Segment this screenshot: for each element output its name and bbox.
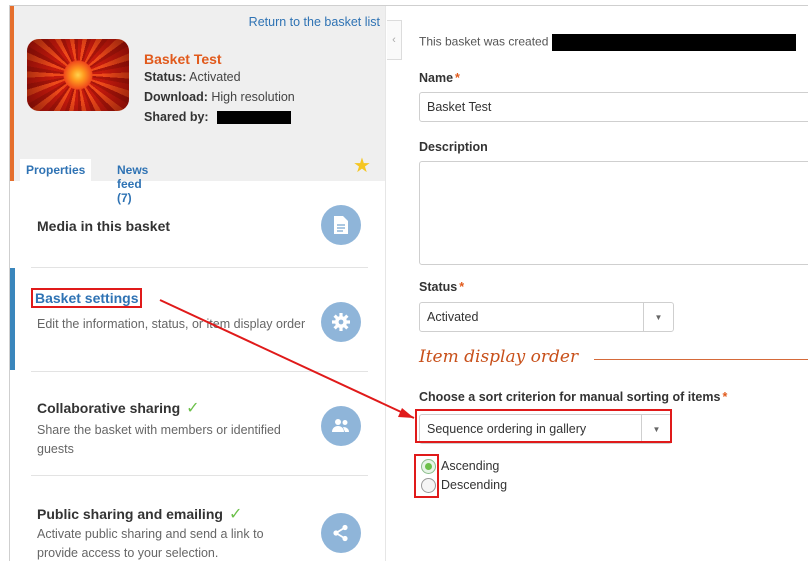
- status-label: Status *: [419, 280, 464, 294]
- required-marker: *: [722, 390, 728, 404]
- right-panel: This basket was created Name * Basket Tes…: [410, 6, 808, 561]
- tab-news-feed[interactable]: News feed (7): [111, 159, 154, 205]
- basket-shared-line: Shared by:: [144, 110, 292, 125]
- checkmark-icon: ✓: [186, 400, 200, 417]
- share-icon[interactable]: [321, 513, 361, 553]
- section-title-line: Public sharing and emailing ✓: [37, 504, 242, 524]
- name-field[interactable]: Basket Test: [419, 92, 808, 122]
- redacted-shared-by: [217, 111, 292, 125]
- section-title-wrap: Basket settings: [31, 288, 143, 308]
- section-media[interactable]: Media in this basket: [10, 181, 385, 268]
- heading-rule: [594, 359, 808, 360]
- status-selected-value: Activated: [427, 310, 479, 324]
- description-textarea[interactable]: [419, 161, 808, 265]
- download-label: Download:: [144, 90, 208, 104]
- document-icon[interactable]: [321, 205, 361, 245]
- section-title-line: Collaborative sharing ✓: [37, 398, 200, 418]
- status-value: Activated: [189, 70, 241, 84]
- description-label: Description: [419, 140, 488, 154]
- basket-settings-title[interactable]: Basket settings: [31, 288, 143, 308]
- item-display-order-heading: Item display order: [419, 347, 579, 367]
- name-label: Name *: [419, 71, 460, 85]
- section-title: Media in this basket: [37, 218, 171, 234]
- annotation-highlight-box: [415, 409, 672, 443]
- basket-title: Basket Test: [144, 51, 222, 67]
- section-title: Collaborative sharing: [37, 400, 181, 416]
- created-text: This basket was created: [419, 34, 549, 49]
- section-title: Public sharing and emailing: [37, 506, 223, 522]
- app-window: Return to the basket list Basket Test St…: [9, 5, 808, 561]
- status-label-text: Status: [419, 280, 458, 294]
- return-to-basket-list-link[interactable]: Return to the basket list: [249, 15, 380, 29]
- section-collaborative-sharing[interactable]: Collaborative sharing ✓ Share the basket …: [10, 372, 385, 476]
- ascending-label[interactable]: Ascending: [441, 459, 499, 473]
- redacted-created-info: [552, 34, 797, 51]
- left-panel: Return to the basket list Basket Test St…: [10, 6, 385, 561]
- name-label-text: Name: [419, 71, 454, 85]
- gear-icon[interactable]: [321, 302, 361, 342]
- required-marker: *: [455, 71, 460, 85]
- status-label: Status:: [144, 70, 187, 84]
- chevron-down-icon[interactable]: ▼: [643, 303, 673, 331]
- descending-label[interactable]: Descending: [441, 478, 507, 492]
- sort-label-text: Choose a sort criterion for manual sorti…: [419, 390, 721, 404]
- section-description: Edit the information, status, or item di…: [37, 317, 306, 331]
- name-value: Basket Test: [427, 100, 492, 114]
- created-info: This basket was created: [419, 34, 797, 51]
- basket-status-line: Status: Activated: [144, 70, 241, 84]
- shared-by-label: Shared by:: [144, 110, 209, 124]
- section-description: Activate public sharing and send a link …: [37, 527, 264, 560]
- annotation-highlight-box: [414, 454, 439, 498]
- status-select[interactable]: Activated ▼: [419, 302, 674, 332]
- basket-thumbnail: [27, 39, 129, 111]
- collapse-panel-chevron-left-icon[interactable]: ‹: [387, 20, 402, 60]
- section-public-sharing[interactable]: Public sharing and emailing ✓ Activate pu…: [10, 476, 385, 561]
- sort-criterion-label: Choose a sort criterion for manual sorti…: [419, 390, 727, 404]
- section-description: Share the basket with members or identif…: [37, 423, 281, 456]
- header-accent-bar: [10, 6, 14, 181]
- checkmark-icon: ✓: [228, 506, 243, 523]
- required-marker: *: [459, 280, 465, 294]
- basket-download-line: Download: High resolution: [144, 90, 295, 104]
- section-basket-settings[interactable]: Basket settings Edit the information, st…: [10, 268, 385, 372]
- tab-properties[interactable]: Properties: [20, 159, 92, 181]
- panel-splitter: [385, 6, 386, 561]
- favorite-star-icon[interactable]: ★: [353, 153, 371, 178]
- download-value: High resolution: [211, 90, 295, 104]
- people-icon[interactable]: [321, 406, 361, 446]
